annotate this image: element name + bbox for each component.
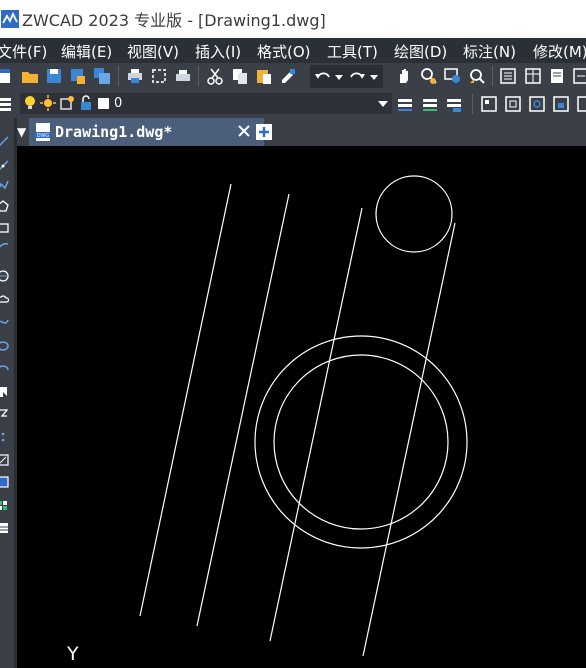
rectangle-icon[interactable] (0, 222, 9, 234)
revision-cloud-icon[interactable] (0, 293, 9, 305)
dwg-file-icon: DWG (35, 123, 51, 141)
new-file-icon[interactable] (0, 67, 14, 85)
make-object-layer-current-icon[interactable] (396, 95, 414, 113)
drawing-line-1[interactable] (139, 183, 232, 617)
menu-tools[interactable]: 工具(T) (327, 41, 378, 62)
menu-format[interactable]: 格式(O) (257, 41, 311, 62)
open-folder-icon[interactable] (21, 67, 39, 85)
layer-toolbar: 0 (0, 90, 586, 118)
drawing-line-2[interactable] (196, 193, 290, 627)
spline-icon[interactable] (0, 316, 9, 328)
copy-icon[interactable] (231, 67, 249, 85)
layer-viewport-freeze-icon[interactable] (59, 95, 75, 111)
zwcad-logo-icon (1, 10, 19, 28)
ellipse-icon[interactable] (0, 340, 9, 352)
make-block-icon[interactable] (0, 408, 9, 420)
layer-color-swatch[interactable] (98, 98, 109, 109)
drawing-outer-circle[interactable] (254, 335, 468, 549)
tab-title: Drawing1.dwg* (55, 123, 173, 141)
toolbar-separator (472, 94, 473, 114)
drawing-line-4[interactable] (362, 222, 456, 657)
polygon-icon[interactable] (0, 200, 9, 212)
match-properties-icon[interactable] (279, 67, 297, 85)
ellipse-arc-icon[interactable] (0, 364, 9, 376)
layer-state-icon[interactable] (445, 95, 463, 113)
zoom-realtime-icon[interactable] (420, 67, 438, 85)
drawing-line-3[interactable] (269, 207, 363, 642)
menu-file[interactable]: 文件(F) (0, 41, 47, 62)
insert-block-icon[interactable] (0, 386, 9, 398)
draw-toolbar (0, 118, 14, 668)
region-icon[interactable] (0, 500, 9, 512)
polyline-icon[interactable] (0, 180, 9, 192)
paste-icon[interactable] (255, 67, 273, 85)
tab-list-arrow-icon[interactable]: ▼ (17, 125, 26, 139)
undo-dropdown-icon[interactable] (330, 68, 348, 86)
drawing-small-circle[interactable] (375, 175, 453, 253)
layer-merge-icon[interactable] (576, 95, 586, 113)
print-preview-icon[interactable] (150, 67, 168, 85)
menu-draw[interactable]: 绘图(D) (394, 41, 447, 62)
standard-toolbar (0, 63, 586, 90)
layer-isolate-icon[interactable] (480, 95, 498, 113)
layer-off-icon[interactable] (528, 95, 546, 113)
gradient-icon[interactable] (0, 476, 9, 488)
line-icon[interactable] (0, 136, 9, 148)
layer-manager-icon[interactable] (0, 95, 13, 113)
toolbar-separator (118, 66, 119, 86)
layer-dropdown[interactable]: 0 (20, 93, 392, 114)
ucs-y-axis-label: Y (67, 643, 79, 665)
properties-icon[interactable] (499, 67, 517, 85)
new-drawing-tab-icon[interactable] (253, 121, 275, 143)
table-icon[interactable] (0, 522, 9, 534)
menu-view[interactable]: 视图(V) (127, 41, 179, 62)
tool-palette-icon[interactable] (548, 67, 566, 85)
window-title: ZWCAD 2023 专业版 - [Drawing1.dwg] (22, 11, 326, 30)
menu-edit[interactable]: 编辑(E) (61, 41, 112, 62)
layer-on-bulb-icon[interactable] (22, 95, 38, 111)
close-icon[interactable] (236, 123, 252, 139)
construction-line-icon[interactable] (0, 160, 9, 172)
layer-unlock-icon[interactable] (78, 95, 94, 111)
menu-dimension[interactable]: 标注(N) (463, 41, 516, 62)
undo-redo-group (310, 65, 383, 88)
sheet-set-icon[interactable] (572, 67, 586, 85)
toolbar-separator (492, 66, 493, 86)
plot-icon[interactable] (174, 67, 192, 85)
document-tab-bar: ▼ DWG Drawing1.dwg* (17, 118, 586, 146)
menu-modify[interactable]: 修改(M) (533, 41, 586, 62)
design-center-icon[interactable] (524, 67, 542, 85)
title-bar: ZWCAD 2023 专业版 - [Drawing1.dwg] (0, 0, 586, 38)
save-as-icon[interactable] (69, 67, 87, 85)
layer-previous-icon[interactable] (421, 95, 439, 113)
toolbar-separator (198, 66, 199, 86)
layer-lock-icon[interactable] (552, 95, 570, 113)
menu-bar: 文件(F) 编辑(E) 视图(V) 插入(I) 格式(O) 工具(T) 绘图(D… (0, 38, 586, 63)
tab-drawing1[interactable]: DWG Drawing1.dwg* (29, 118, 264, 146)
circle-icon[interactable] (0, 270, 9, 282)
menu-insert[interactable]: 插入(I) (195, 41, 241, 62)
drawing-geometry (139, 175, 468, 657)
layer-thaw-sun-icon[interactable] (40, 95, 56, 111)
redo-icon[interactable] (348, 68, 366, 86)
hatch-icon[interactable] (0, 454, 9, 466)
current-layer-name: 0 (114, 96, 123, 111)
zoom-window-icon[interactable] (444, 67, 462, 85)
chevron-down-icon[interactable] (376, 97, 390, 111)
layer-freeze-icon[interactable] (504, 95, 522, 113)
save-icon[interactable] (45, 67, 63, 85)
pan-hand-icon[interactable] (395, 67, 413, 85)
dwg-icon-label: DWG (37, 133, 49, 139)
batch-save-icon[interactable] (93, 67, 111, 85)
arc-icon[interactable] (0, 242, 9, 254)
cut-icon[interactable] (206, 67, 224, 85)
print-icon[interactable] (126, 67, 144, 85)
zoom-previous-icon[interactable] (468, 67, 486, 85)
redo-dropdown-icon[interactable] (365, 68, 383, 86)
point-icon[interactable] (0, 431, 9, 443)
drawing-canvas[interactable]: Y (17, 146, 586, 668)
